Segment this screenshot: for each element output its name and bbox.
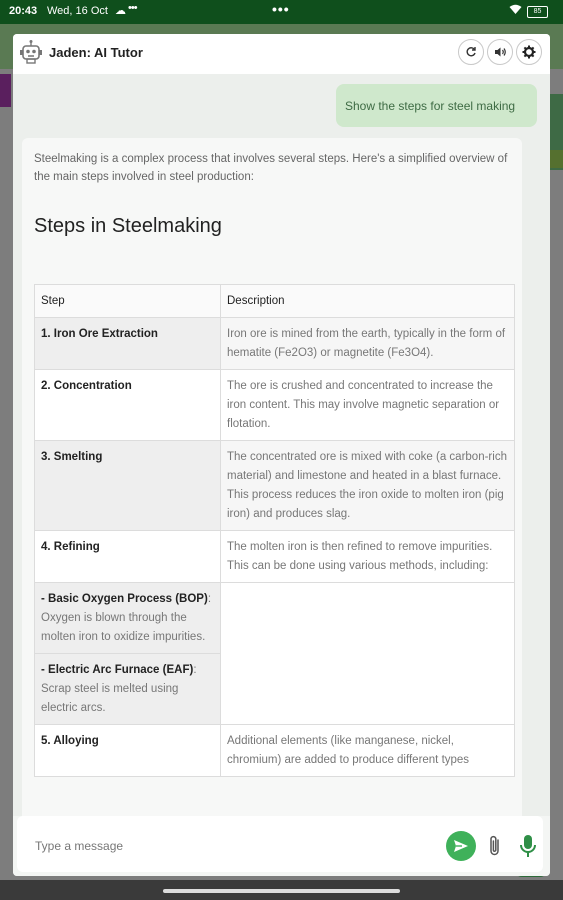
dialog-title: Jaden: AI Tutor	[49, 45, 143, 60]
cloud-icon: ☁	[115, 5, 126, 17]
steps-table: Step Description 1. Iron Ore Extraction …	[34, 284, 515, 777]
substep-title: - Basic Oxygen Process (BOP)	[41, 593, 208, 605]
refresh-icon	[466, 47, 476, 57]
speaker-button[interactable]	[487, 39, 513, 65]
substep-cell: - Electric Arc Furnace (EAF): Scrap stee…	[34, 653, 221, 725]
table-row: 5. Alloying Additional elements (like ma…	[34, 724, 515, 777]
description-cell: Additional elements (like manganese, nic…	[220, 724, 515, 777]
wifi-icon	[509, 4, 522, 18]
assistant-intro-text: Steelmaking is a complex process that in…	[34, 153, 508, 183]
table-row: - Basic Oxygen Process (BOP): Oxygen is …	[34, 582, 515, 725]
navigation-bar	[0, 880, 563, 900]
table-row: 4. Refining The molten iron is then refi…	[34, 530, 515, 583]
speaker-icon	[494, 47, 506, 57]
table-row: 3. Smelting The concentrated ore is mixe…	[34, 440, 515, 531]
table-row: 1. Iron Ore Extraction Iron ore is mined…	[34, 317, 515, 370]
description-cell: Iron ore is mined from the earth, typica…	[220, 317, 515, 370]
ai-tutor-dialog: Jaden: AI Tutor Show the steps for steel…	[13, 34, 550, 876]
status-time: 20:43	[9, 5, 38, 17]
step-cell: 2. Concentration	[34, 369, 221, 441]
robot-icon	[18, 39, 44, 65]
user-message-bubble: Show the steps for steel making	[336, 84, 537, 127]
step-cell: 1. Iron Ore Extraction	[34, 317, 221, 370]
message-input[interactable]: Type a message	[35, 839, 123, 853]
table-header-step: Step	[34, 284, 221, 318]
assistant-message: Steelmaking is a complex process that in…	[22, 138, 522, 858]
status-bar: 20:43 Wed, 16 Oct ☁ ••• ••• 85	[0, 0, 563, 24]
gear-icon	[522, 45, 536, 59]
backdrop-element	[0, 74, 11, 107]
more-dots-icon: •••	[272, 1, 290, 17]
attach-icon	[490, 835, 499, 856]
battery-indicator: 85	[527, 6, 548, 18]
message-composer: Type a message	[13, 816, 550, 876]
description-cell: The ore is crushed and concentrated to i…	[220, 369, 515, 441]
table-header-description: Description	[220, 284, 515, 318]
table-row: 2. Concentration The ore is crushed and …	[34, 369, 515, 441]
refresh-button[interactable]	[458, 39, 484, 65]
step-cell: 3. Smelting	[34, 440, 221, 531]
backdrop-element	[550, 150, 563, 168]
send-icon	[454, 840, 468, 852]
dialog-header: Jaden: AI Tutor	[13, 34, 550, 74]
notification-dots: •••	[128, 2, 138, 14]
attach-button[interactable]	[486, 834, 504, 858]
substep-title: - Electric Arc Furnace (EAF)	[41, 664, 194, 676]
home-indicator[interactable]	[163, 889, 400, 893]
send-button[interactable]	[446, 831, 476, 861]
description-cell: The concentrated ore is mixed with coke …	[220, 440, 515, 531]
microphone-button[interactable]	[517, 833, 539, 859]
section-heading: Steps in Steelmaking	[34, 215, 222, 237]
status-date: Wed, 16 Oct	[47, 5, 108, 17]
chat-area[interactable]: Show the steps for steel making Steelmak…	[13, 74, 550, 858]
settings-button[interactable]	[516, 39, 542, 65]
mic-icon	[520, 835, 536, 857]
substep-cell: - Basic Oxygen Process (BOP): Oxygen is …	[34, 582, 221, 654]
table-header-row: Step Description	[34, 284, 515, 318]
step-cell: 5. Alloying	[34, 724, 221, 777]
step-cell: 4. Refining	[34, 530, 221, 583]
description-cell	[220, 582, 515, 725]
composer-bar: Type a message	[17, 816, 543, 872]
description-cell: The molten iron is then refined to remov…	[220, 530, 515, 583]
